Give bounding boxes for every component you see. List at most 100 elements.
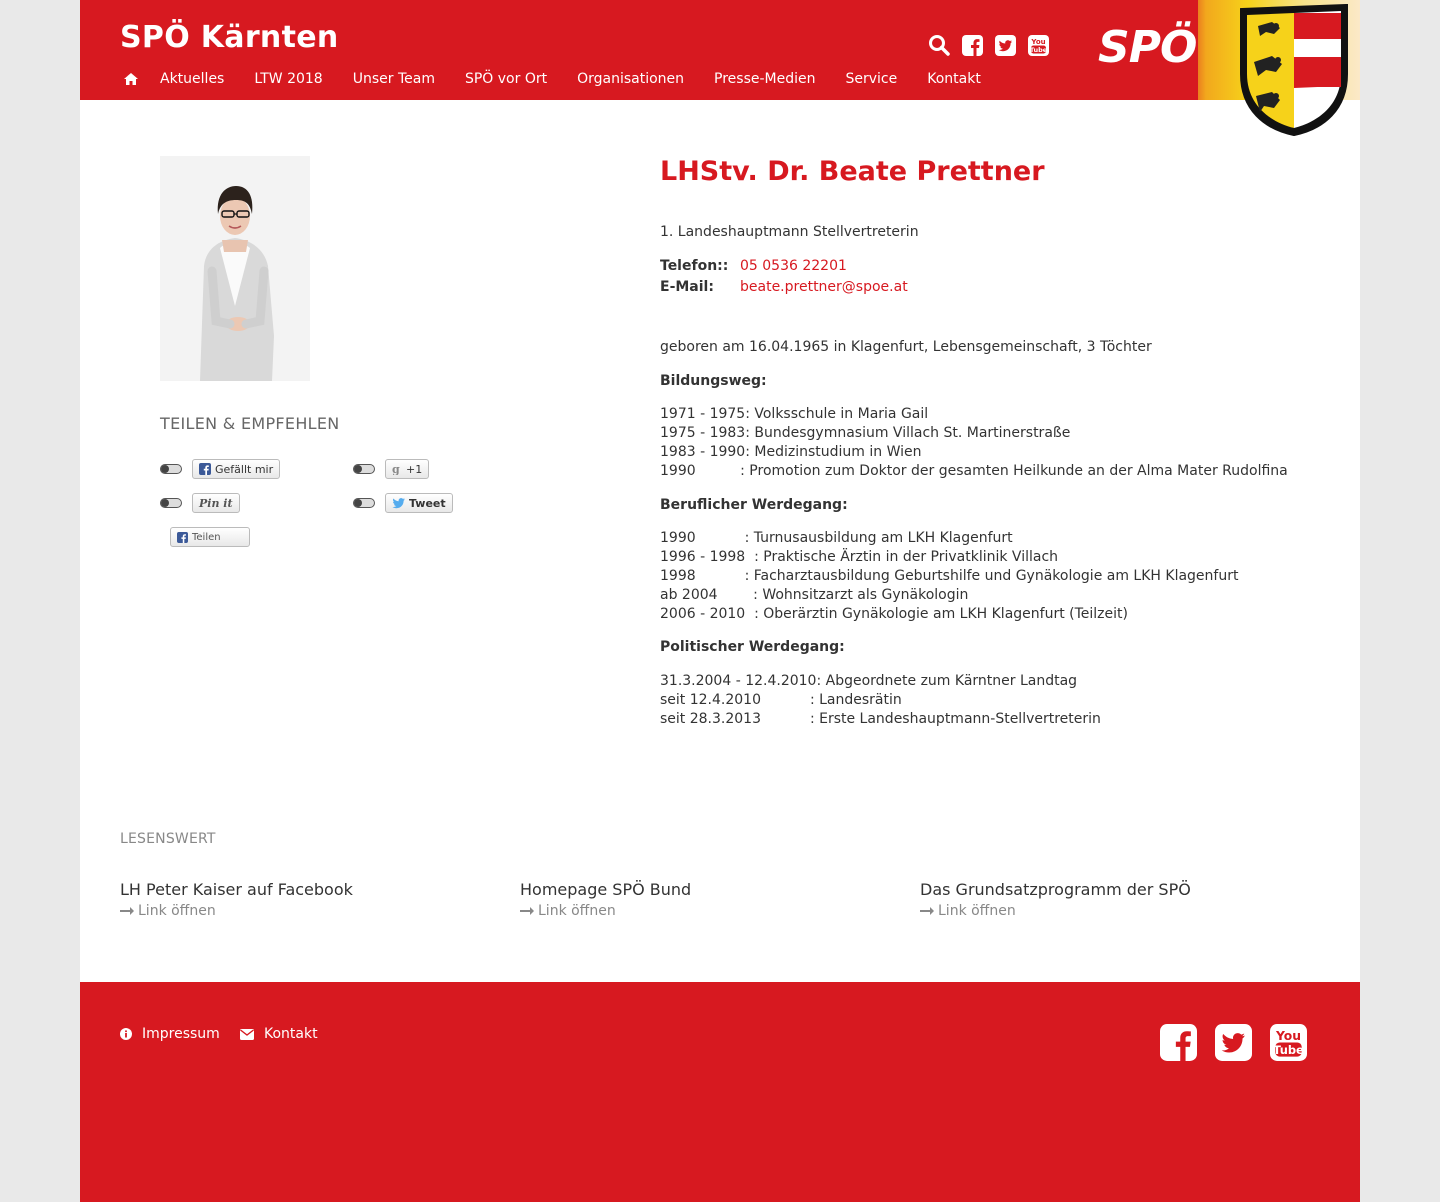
pinterest-label: Pin it [199, 496, 233, 510]
svg-text:Tube: Tube [1273, 1043, 1304, 1057]
facebook-icon[interactable] [1160, 1024, 1197, 1065]
lesenswert-item: LH Peter Kaiser auf Facebook Link öffnen [120, 880, 500, 919]
share-row-pinterest: Pin it [160, 493, 240, 513]
lesenswert-link-label: Link öffnen [938, 903, 1016, 919]
phone-label: Telefon:: [660, 258, 729, 274]
footer-kontakt-link[interactable]: Kontakt [240, 1026, 318, 1042]
lesenswert-link[interactable]: Link öffnen [520, 903, 900, 919]
nav-item-aktuelles[interactable]: Aktuelles [160, 71, 224, 87]
nav-item-presse-medien[interactable]: Presse-Medien [714, 71, 815, 87]
facebook-share-button[interactable]: Teilen [170, 527, 250, 547]
share-row-google-plus: g +1 [353, 459, 430, 479]
phone-link[interactable]: 05 0536 22201 [740, 258, 847, 274]
logo-text: SPÖ [1098, 22, 1197, 73]
education-line: 1971 - 1975: Volksschule in Maria Gail [660, 406, 929, 422]
arrow-right-icon [120, 906, 134, 916]
lesenswert-item: Homepage SPÖ Bund Link öffnen [520, 880, 900, 919]
facebook-icon[interactable] [962, 34, 983, 56]
footer-impressum-link[interactable]: Impressum [120, 1026, 220, 1042]
lesenswert-item-title[interactable]: Das Grundsatzprogramm der SPÖ [920, 880, 1300, 899]
pinterest-button[interactable]: Pin it [192, 493, 240, 513]
nav-item-unser-team[interactable]: Unser Team [353, 71, 435, 87]
tweet-toggle[interactable] [353, 498, 375, 508]
person-role: 1. Landeshauptmann Stellvertreterin [660, 224, 919, 240]
lesenswert-link-label: Link öffnen [138, 903, 216, 919]
site-header: SPÖ Kärnten Aktuelles LTW 2018 Unser Tea… [80, 0, 1360, 136]
arrow-right-icon [520, 906, 534, 916]
email-label: E-Mail: [660, 279, 714, 295]
career-line: 1998 : Facharztausbildung Geburtshilfe u… [660, 568, 1239, 584]
political-line: 31.3.2004 - 12.4.2010: Abgeordnete zum K… [660, 673, 1078, 689]
nav-item-ltw-2018[interactable]: LTW 2018 [254, 71, 322, 87]
facebook-like-label: Gefällt mir [215, 462, 274, 476]
youtube-icon[interactable]: You Tube [1270, 1024, 1307, 1065]
lesenswert-item-title[interactable]: Homepage SPÖ Bund [520, 880, 900, 899]
pinterest-toggle[interactable] [160, 498, 182, 508]
twitter-icon[interactable] [995, 34, 1016, 56]
education-line: 1983 - 1990: Medizinstudium in Wien [660, 444, 922, 460]
email-row: E-Mail: beate.prettner@spoe.at [660, 279, 908, 295]
facebook-icon [199, 463, 211, 475]
born-text: geboren am 16.04.1965 in Klagenfurt, Leb… [660, 339, 1152, 355]
svg-text:You: You [1030, 38, 1045, 46]
site-title[interactable]: SPÖ Kärnten [120, 20, 339, 55]
google-plus-label: +1 [406, 462, 423, 476]
main-nav: Aktuelles LTW 2018 Unser Team SPÖ vor Or… [120, 68, 1011, 90]
career-line: ab 2004 : Wohnsitzarzt als Gynäkologin [660, 587, 969, 603]
nav-item-organisationen[interactable]: Organisationen [577, 71, 684, 87]
twitter-icon[interactable] [1215, 1024, 1252, 1065]
google-icon: g [392, 463, 402, 475]
share-row-tweet: Tweet [353, 493, 453, 513]
career-line: 2006 - 2010 : Oberärztin Gynäkologie am … [660, 606, 1128, 622]
google-plus-toggle[interactable] [353, 464, 375, 474]
facebook-share-label: Teilen [192, 531, 221, 543]
footer-impressum-label: Impressum [142, 1026, 220, 1042]
person-portrait [160, 156, 310, 381]
lesenswert-item: Das Grundsatzprogramm der SPÖ Link öffne… [920, 880, 1300, 919]
envelope-icon [240, 1028, 254, 1040]
footer-kontakt-label: Kontakt [264, 1026, 318, 1042]
political-line: seit 12.4.2010 : Landesrätin [660, 692, 902, 708]
youtube-icon[interactable]: You Tube [1028, 34, 1049, 56]
spoe-logo[interactable]: SPÖ [1080, 0, 1360, 136]
page: SPÖ Kärnten Aktuelles LTW 2018 Unser Tea… [80, 0, 1360, 1202]
home-icon[interactable] [120, 68, 142, 90]
lesenswert-item-title[interactable]: LH Peter Kaiser auf Facebook [120, 880, 500, 899]
phone-row: Telefon:: 05 0536 22201 [660, 258, 847, 274]
coat-of-arms-icon [1240, 4, 1348, 136]
facebook-like-toggle[interactable] [160, 464, 182, 474]
share-row-facebook-share: Teilen [170, 527, 250, 547]
education-line: 1990 : Promotion zum Doktor der gesamten… [660, 463, 1288, 479]
nav-item-spoe-vor-ort[interactable]: SPÖ vor Ort [465, 71, 547, 87]
lesenswert-link[interactable]: Link öffnen [120, 903, 500, 919]
arrow-right-icon [920, 906, 934, 916]
google-plus-button[interactable]: g +1 [385, 459, 430, 479]
header-icons: You Tube [928, 34, 1061, 56]
nav-item-kontakt[interactable]: Kontakt [927, 71, 981, 87]
share-row-facebook-like: Gefällt mir [160, 459, 281, 479]
career-title: Beruflicher Werdegang: [660, 497, 848, 513]
facebook-like-button[interactable]: Gefällt mir [192, 459, 281, 479]
nav-item-service[interactable]: Service [846, 71, 898, 87]
person-details: LHStv. Dr. Beate Prettner 1. Landeshaupt… [660, 156, 1300, 727]
share-title: TEILEN & EMPFEHLEN [160, 414, 340, 433]
email-link[interactable]: beate.prettner@spoe.at [740, 279, 908, 295]
site-footer: Impressum Kontakt You Tube [80, 982, 1360, 1202]
search-icon[interactable] [928, 34, 950, 56]
person-name: LHStv. Dr. Beate Prettner [660, 156, 1045, 187]
svg-text:You: You [1275, 1029, 1301, 1043]
tweet-button[interactable]: Tweet [385, 493, 453, 513]
footer-social-links: You Tube [1160, 1024, 1325, 1065]
lesenswert-title: LESENSWERT [120, 831, 216, 847]
info-icon [120, 1028, 132, 1040]
svg-text:Tube: Tube [1030, 46, 1048, 54]
political-line: seit 28.3.2013 : Erste Landeshauptmann-S… [660, 711, 1101, 727]
education-title: Bildungsweg: [660, 373, 767, 389]
career-line: 1996 - 1998 : Praktische Ärztin in der P… [660, 549, 1059, 565]
political-title: Politischer Werdegang: [660, 639, 845, 655]
lesenswert-link[interactable]: Link öffnen [920, 903, 1300, 919]
career-line: 1990 : Turnusausbildung am LKH Klagenfur… [660, 530, 1013, 546]
twitter-bird-icon [392, 497, 405, 509]
svg-text:g: g [392, 463, 400, 475]
education-line: 1975 - 1983: Bundesgymnasium Villach St.… [660, 425, 1071, 441]
